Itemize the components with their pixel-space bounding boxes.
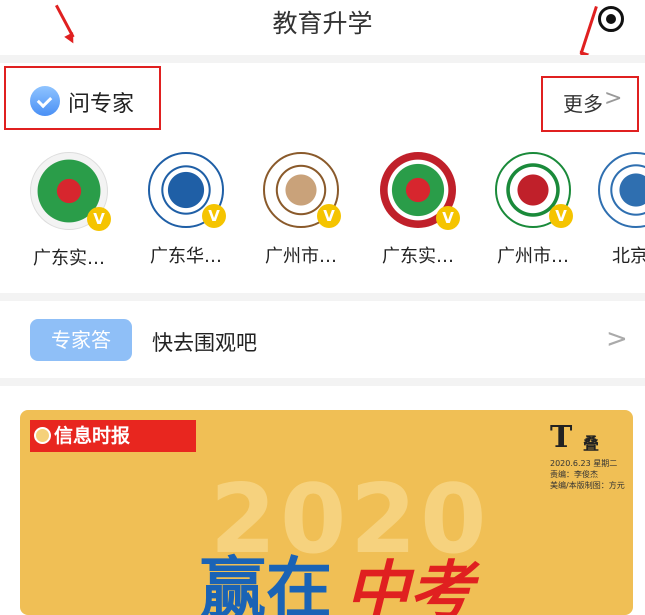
- t-logo-text: 叠: [583, 434, 600, 453]
- school-name: 广州市…: [265, 246, 337, 267]
- expert-answer-tag: 专家答: [30, 319, 132, 361]
- page-title: 教育升学: [272, 9, 373, 38]
- chevron-right-icon: >: [604, 86, 623, 111]
- school-logo: V: [598, 152, 645, 228]
- more-link[interactable]: 更多: [563, 88, 603, 117]
- verified-badge: V: [549, 204, 573, 228]
- verified-badge: V: [436, 206, 460, 230]
- chevron-right-icon[interactable]: >: [606, 324, 628, 354]
- record-icon[interactable]: [598, 6, 624, 32]
- school-item[interactable]: V 广东华…: [136, 152, 236, 268]
- news-banner[interactable]: 信息时报 T 叠 2020.6.23 星期二 责编：李俊杰 美编/本版制图：方元…: [20, 410, 633, 615]
- school-item[interactable]: V 广州市…: [483, 152, 583, 268]
- school-logo: V: [30, 152, 111, 231]
- school-item[interactable]: V 广州市…: [251, 152, 351, 268]
- headline-blue: 赢在: [200, 549, 332, 615]
- school-logo: V: [148, 152, 226, 228]
- t-logo: T: [550, 420, 573, 455]
- expert-answer-text[interactable]: 快去围观吧: [152, 327, 257, 357]
- verified-badge: V: [202, 204, 226, 228]
- school-item[interactable]: V 广东实…: [368, 152, 468, 268]
- school-name: 广东实…: [33, 248, 105, 269]
- school-logo: V: [263, 152, 341, 228]
- school-name: 北京…: [612, 246, 645, 267]
- school-item[interactable]: V 广东实…: [19, 152, 119, 270]
- ask-expert-label: 问专家: [68, 92, 135, 117]
- school-name: 广州市…: [497, 246, 569, 267]
- school-name: 广东实…: [382, 246, 454, 267]
- school-logo: V: [495, 152, 573, 228]
- headline-red: 中考: [345, 554, 473, 615]
- school-logo: V: [380, 152, 460, 230]
- divider: [0, 55, 645, 63]
- school-item[interactable]: V 北京…: [598, 152, 645, 268]
- verified-badge: V: [87, 207, 111, 231]
- ask-expert-icon: [30, 86, 60, 116]
- newspaper-tag: 信息时报: [30, 420, 196, 452]
- verified-badge: V: [317, 204, 341, 228]
- divider: [0, 293, 645, 301]
- school-name: 广东华…: [150, 246, 222, 267]
- divider: [0, 378, 645, 386]
- issue-info: 2020.6.23 星期二 责编：李俊杰 美编/本版制图：方元: [550, 459, 625, 490]
- newspaper-logo-icon: [34, 427, 51, 444]
